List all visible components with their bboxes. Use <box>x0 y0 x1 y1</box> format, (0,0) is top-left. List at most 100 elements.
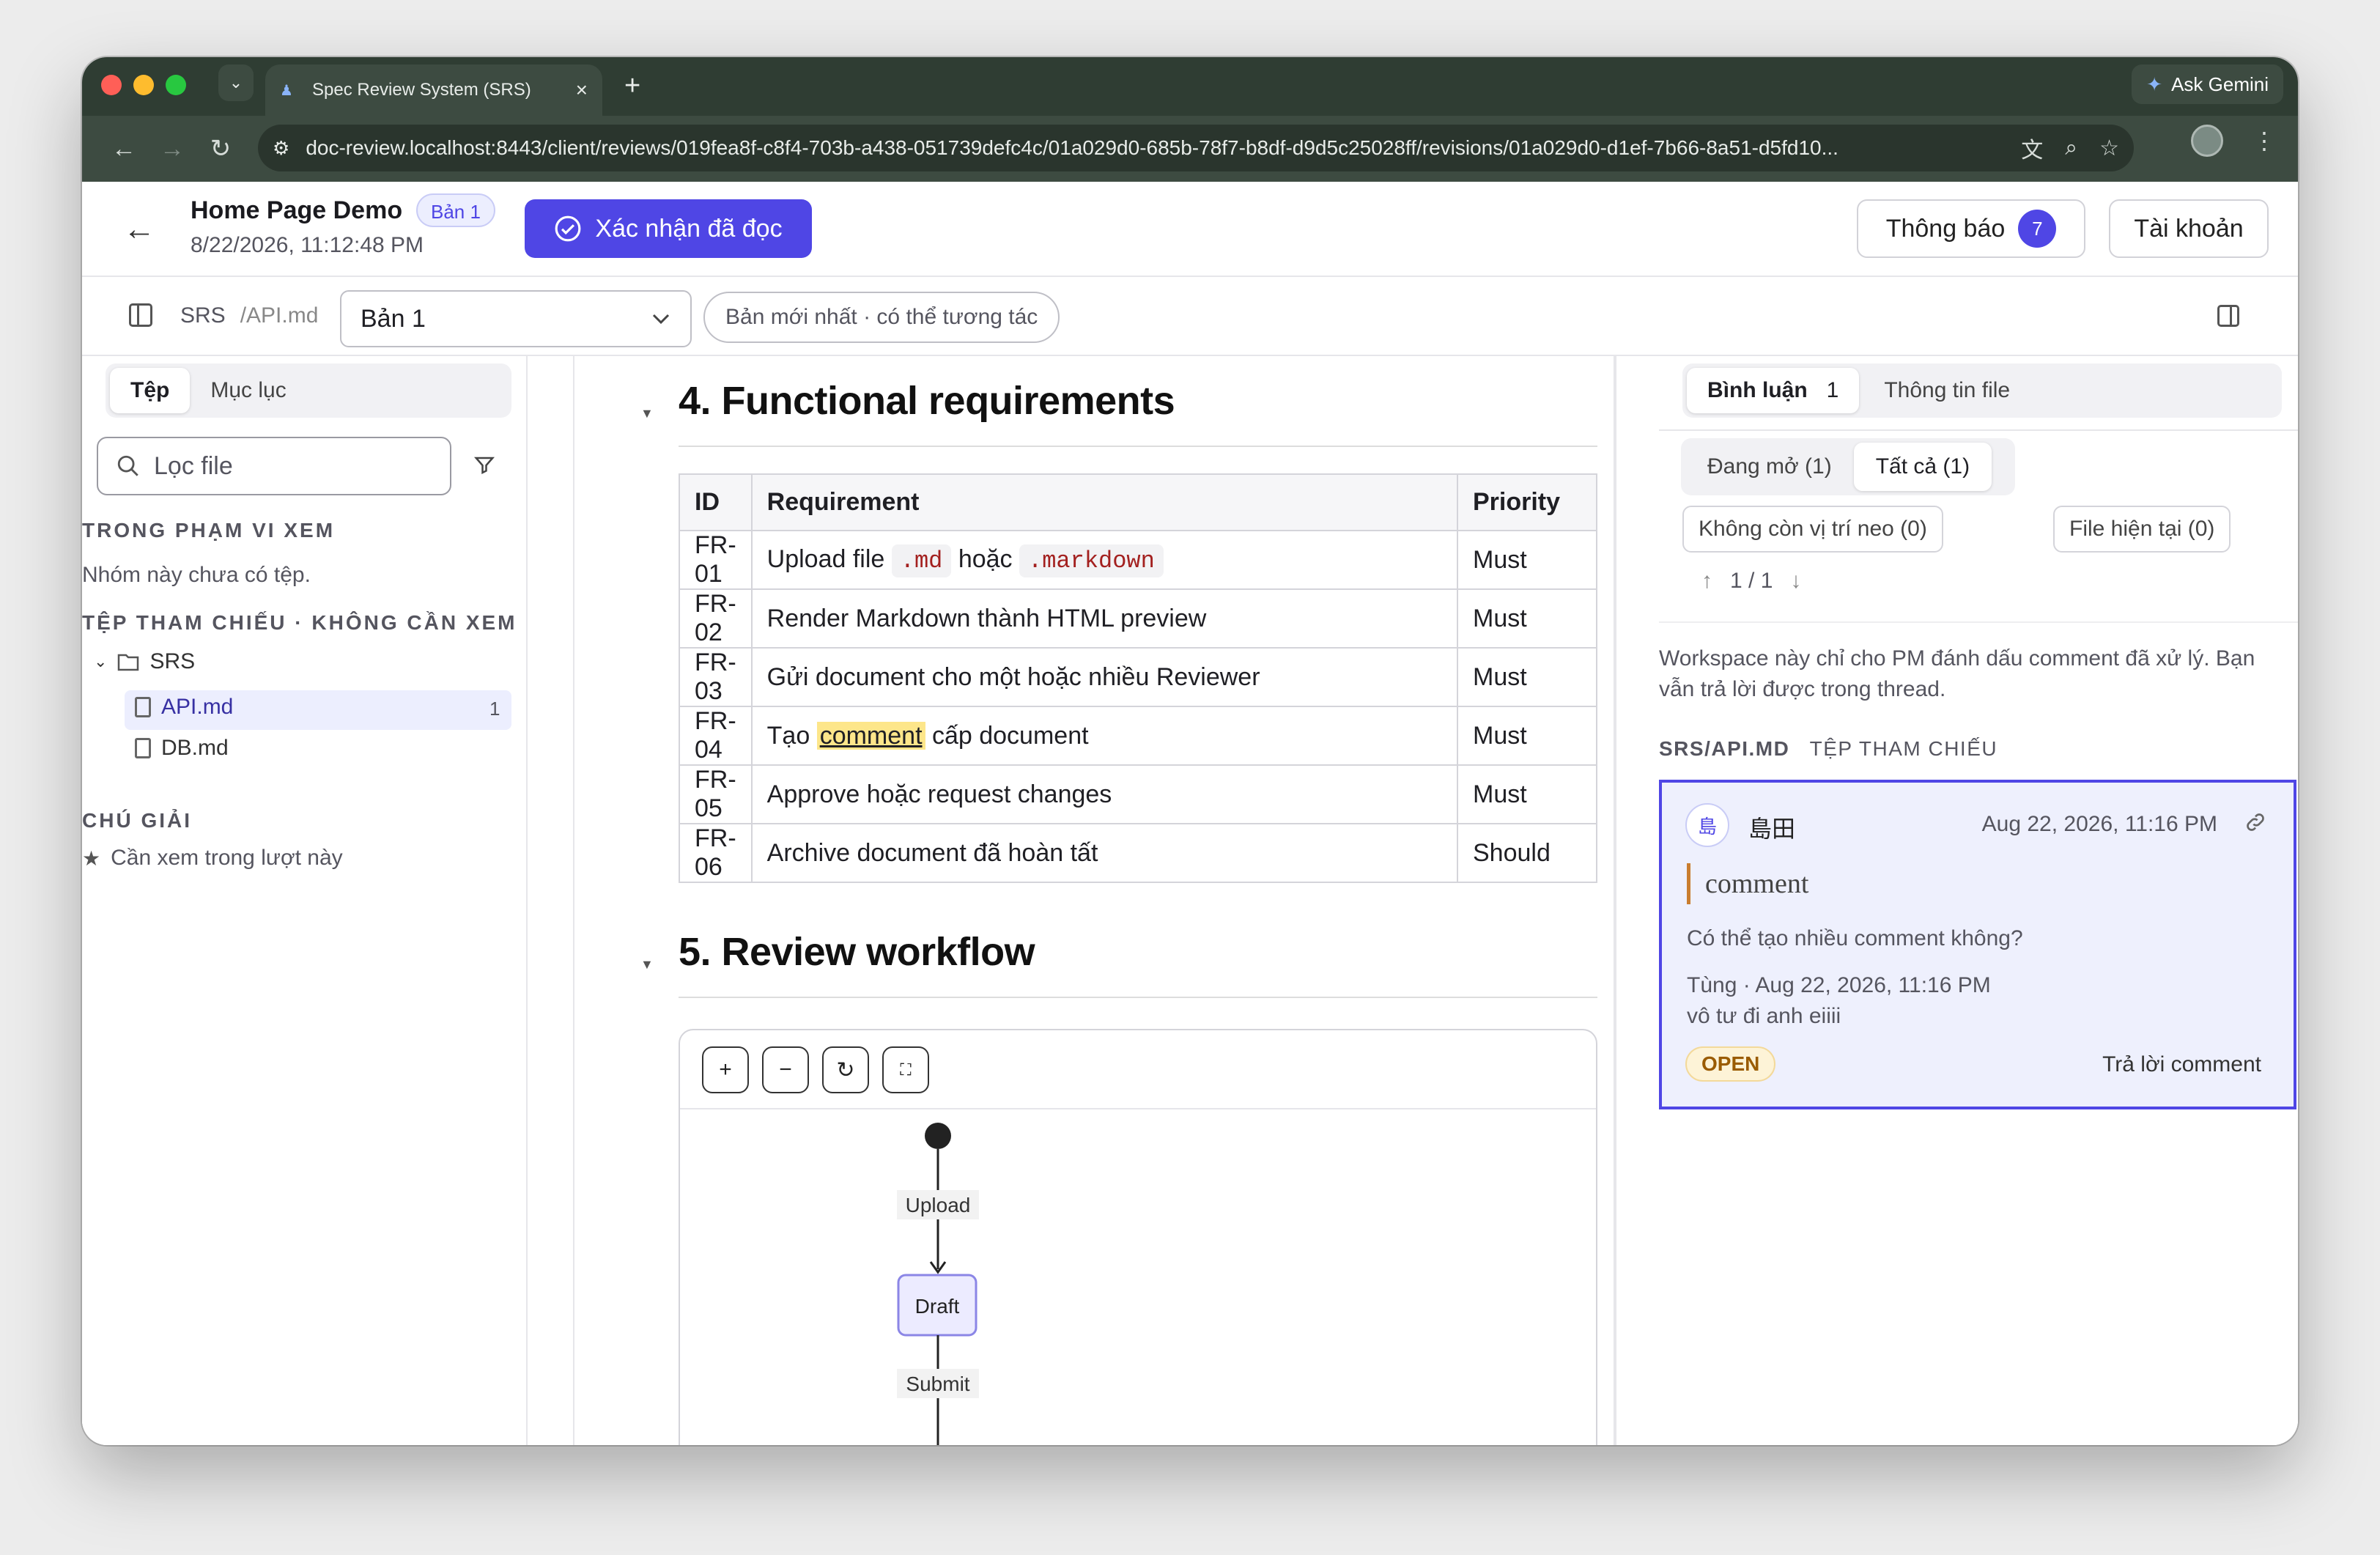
address-bar[interactable]: ⚙ doc-review.localhost:8443/client/revie… <box>258 125 2134 171</box>
file-sidebar: Tệp Mục lục Lọc file TRONG PHẠM VI XEM N… <box>82 356 528 1445</box>
status-badge: OPEN <box>1685 1046 1776 1082</box>
breadcrumb-root[interactable]: SRS <box>180 303 226 328</box>
collapse-caret-icon[interactable]: ▼ <box>640 406 654 421</box>
new-tab-button[interactable]: + <box>624 70 640 102</box>
profile-avatar[interactable] <box>2191 125 2223 157</box>
site-favicon-icon: ♟ <box>280 83 293 99</box>
star-icon: ★ <box>82 846 101 870</box>
tab-comments-count: 1 <box>1826 378 1839 402</box>
ask-gemini-button[interactable]: ✦ Ask Gemini <box>2132 64 2283 104</box>
cell-priority: Should <box>1457 823 1597 883</box>
breadcrumb: SRS/API.md <box>180 303 322 328</box>
document-pane: ▼ 4. Functional requirements ID Requirem… <box>573 356 1615 1445</box>
tab-toc[interactable]: Mục lục <box>190 378 306 403</box>
folder-srs[interactable]: ⌄ SRS <box>94 649 195 674</box>
browser-tab[interactable]: ♟ Spec Review System (SRS) × <box>265 64 602 116</box>
confirm-read-button[interactable]: Xác nhận đã đọc <box>525 199 812 258</box>
file-icon <box>135 738 151 758</box>
reply-meta: Tùng · Aug 22, 2026, 11:16 PM <box>1687 973 1991 997</box>
cell-requirement: Upload file .md hoặc .markdown <box>750 530 1459 590</box>
sidebar-tabs: Tệp Mục lục <box>106 363 511 418</box>
tab-comments[interactable]: Bình luận 1 <box>1687 368 1860 413</box>
cell-priority: Must <box>1457 647 1597 707</box>
status-pill: Bản mới nhất · có thể tương tác <box>703 292 1060 343</box>
browser-menu-icon[interactable]: ⋮ <box>2252 127 2276 155</box>
comment-highlight[interactable]: comment <box>816 721 925 750</box>
back-arrow-icon[interactable]: ← <box>100 135 148 163</box>
comment-text: Có thể tạo nhiều comment không? <box>1687 926 2023 950</box>
table-row: FR-01 Upload file .md hoặc .markdown Mus… <box>679 530 1597 590</box>
document-viewer: ▼ 4. Functional requirements ID Requirem… <box>528 356 1615 1445</box>
cell-id: FR-06 <box>679 823 753 883</box>
chip-unanchored[interactable]: Không còn vị trí neo (0) <box>1682 506 1943 553</box>
cell-id: FR-02 <box>679 588 753 649</box>
site-settings-icon[interactable]: ⚙ <box>273 137 289 160</box>
notifications-button[interactable]: Thông báo 7 <box>1857 199 2085 258</box>
heading-divider <box>679 446 1597 447</box>
avatar: 島 <box>1685 803 1729 847</box>
workflow-diagram: + − ↻ ⛶ Upload Draft Submit <box>679 1029 1597 1445</box>
inline-code: .markdown <box>1019 544 1164 577</box>
bookmark-star-icon[interactable]: ☆ <box>2099 136 2119 161</box>
zoom-icon[interactable]: ⌕ <box>2065 136 2077 160</box>
link-icon[interactable] <box>2244 810 2267 834</box>
chevron-down-icon <box>652 314 670 325</box>
close-window-icon[interactable] <box>101 75 122 95</box>
cell-id: FR-01 <box>679 530 753 590</box>
chip-current-file[interactable]: File hiện tại (0) <box>2053 506 2231 553</box>
app: ← Home Page Demo Bản 1 8/22/2026, 11:12:… <box>82 182 2298 1445</box>
back-arrow-icon[interactable]: ← <box>123 211 155 248</box>
reply: Tùng · Aug 22, 2026, 11:16 PM vô tư đi a… <box>1687 970 1991 1032</box>
version-select[interactable]: Bản 1 <box>340 290 692 347</box>
close-tab-icon[interactable]: × <box>576 78 588 102</box>
tab-file-info[interactable]: Thông tin file <box>1859 378 2035 403</box>
collapse-caret-icon[interactable]: ▼ <box>640 957 654 972</box>
translate-icon[interactable]: 文 <box>2021 132 2043 164</box>
tab-files[interactable]: Tệp <box>110 368 191 413</box>
filter-all[interactable]: Tất cả (1) <box>1853 443 1992 491</box>
account-button[interactable]: Tài khoản <box>2109 199 2269 258</box>
browser-window: ⌄ ♟ Spec Review System (SRS) × + ✦ Ask G… <box>82 57 2298 1445</box>
section-legend: CHÚ GIẢI <box>82 809 192 832</box>
edge-label-upload: Upload <box>906 1194 971 1216</box>
ask-gemini-label: Ask Gemini <box>2171 73 2269 95</box>
section-reference-files: TỆP THAM CHIẾU · KHÔNG CẦN XEM <box>82 611 517 634</box>
file-item-api[interactable]: API.md <box>135 695 233 720</box>
file-comment-count: 1 <box>489 698 500 720</box>
req-text: Tạo <box>766 721 817 750</box>
arrow-down-icon[interactable]: ↓ <box>1790 569 1801 594</box>
tab-search-chevron-icon[interactable]: ⌄ <box>218 64 254 101</box>
table-header-row: ID Requirement Priority <box>679 473 1597 531</box>
reload-icon[interactable]: ↻ <box>196 134 245 163</box>
cell-priority: Must <box>1457 588 1597 649</box>
file-item-db[interactable]: DB.md <box>135 736 229 761</box>
filter-open[interactable]: Đang mở (1) <box>1685 454 1854 479</box>
forward-arrow-icon[interactable]: → <box>148 135 196 163</box>
check-circle-icon <box>555 215 581 242</box>
comment-pager: ↑ 1 / 1 ↓ <box>1701 569 1801 594</box>
col-header-priority: Priority <box>1457 473 1597 531</box>
filter-icon[interactable] <box>473 454 495 476</box>
arrow-up-icon[interactable]: ↑ <box>1701 569 1712 594</box>
divider <box>1659 621 2298 623</box>
notifications-label: Thông báo <box>1885 214 2006 243</box>
comment-quote: comment <box>1687 863 1808 904</box>
cell-requirement: Archive document đã hoàn tất <box>750 823 1459 883</box>
comment-time: Aug 22, 2026, 11:16 PM <box>1981 812 2217 836</box>
comment-card[interactable]: 島 島田 Aug 22, 2026, 11:16 PM comment Có t… <box>1659 780 2296 1109</box>
comment-file-path: SRS/API.MD TỆP THAM CHIẾU <box>1659 737 1998 761</box>
cell-id: FR-04 <box>679 706 753 766</box>
right-panel-toggle-icon[interactable] <box>2217 305 2239 327</box>
edge-label-submit: Submit <box>906 1373 969 1395</box>
maximize-window-icon[interactable] <box>166 75 186 95</box>
node-draft-label: Draft <box>915 1295 960 1318</box>
sidebar-toggle-icon[interactable] <box>129 303 152 327</box>
folder-name: SRS <box>149 649 196 673</box>
file-filter-input[interactable]: Lọc file <box>97 437 451 495</box>
browser-toolbar: ← → ↻ ⚙ doc-review.localhost:8443/client… <box>82 116 2298 182</box>
minimize-window-icon[interactable] <box>133 75 154 95</box>
table-row: FR-05 Approve hoặc request changes Must <box>679 764 1597 824</box>
reply-comment-button[interactable]: Trả lời comment <box>2102 1052 2261 1077</box>
comment-status-filter: Đang mở (1) Tất cả (1) <box>1681 438 2015 495</box>
cell-requirement: Tạo comment cấp document <box>750 706 1459 766</box>
